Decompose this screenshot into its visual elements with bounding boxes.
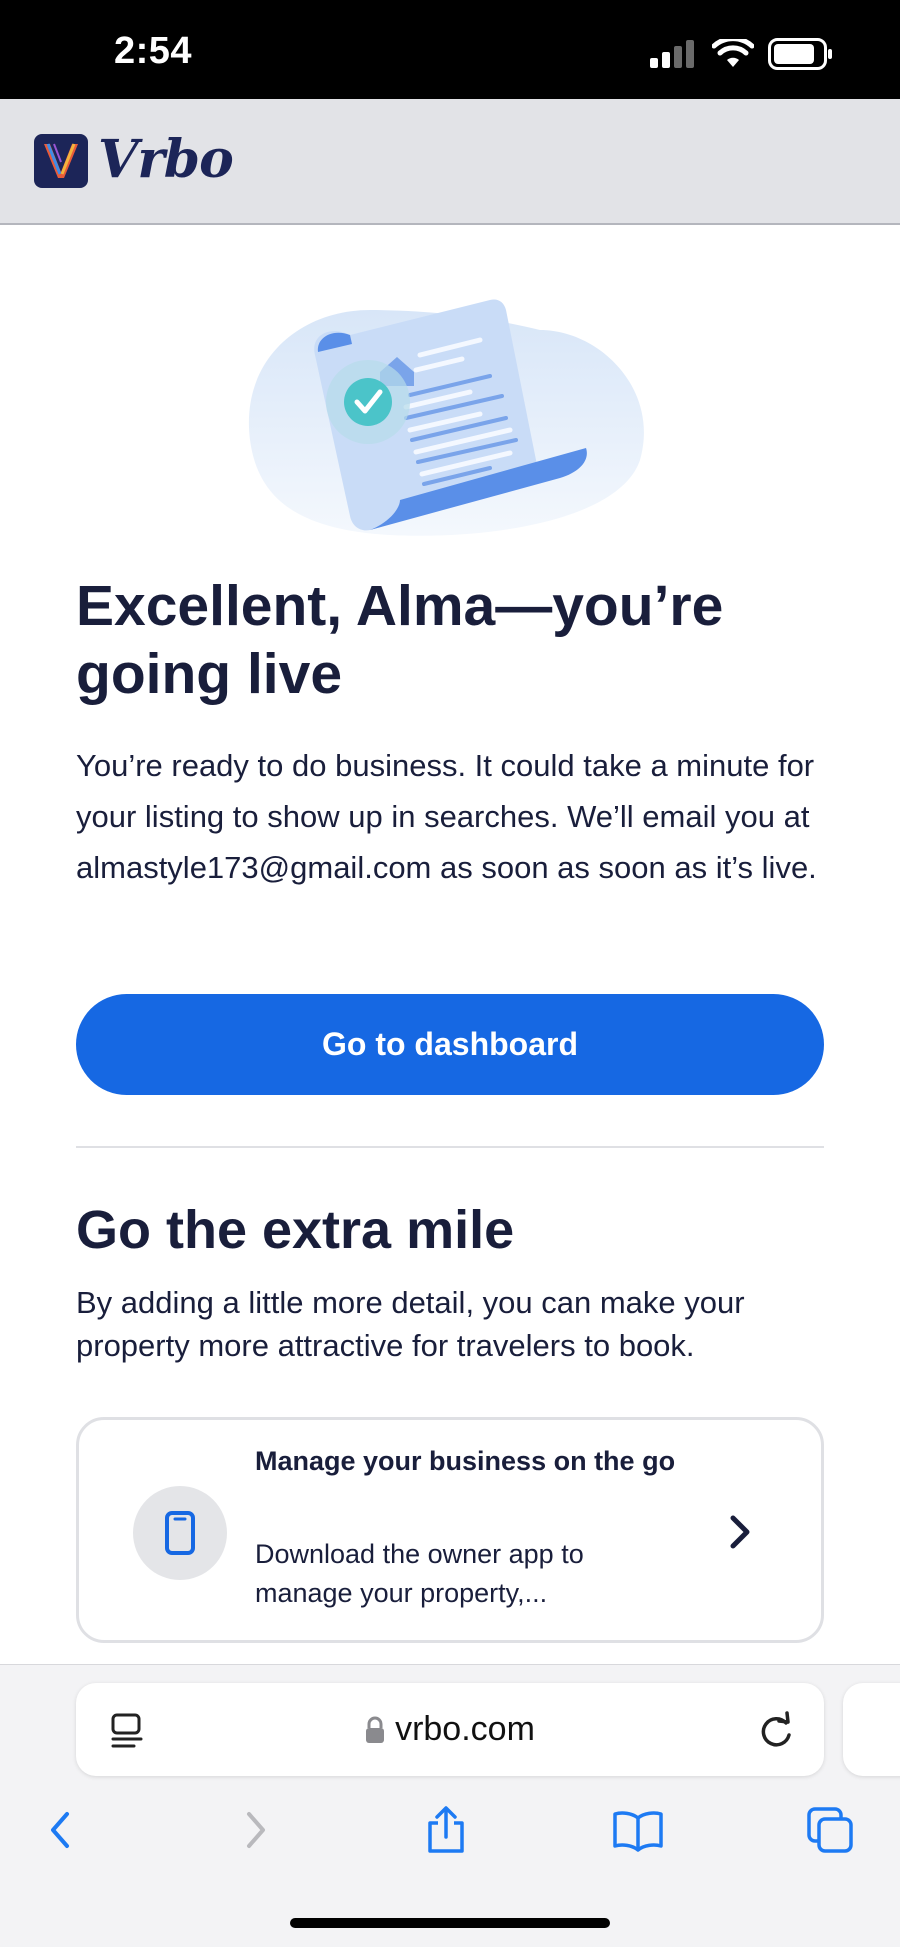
tabs-icon — [807, 1807, 853, 1853]
url-text: vrbo.com — [395, 1710, 535, 1748]
page-title: Excellent, Alma—you’re going live — [76, 574, 724, 706]
back-button[interactable] — [20, 1790, 100, 1870]
card-title: Manage your business on the go — [255, 1446, 676, 1476]
share-button[interactable] — [406, 1790, 486, 1870]
forward-icon — [247, 1812, 265, 1848]
wifi-icon — [712, 39, 754, 67]
status-bar: 2:54 — [0, 0, 900, 99]
lock-icon — [366, 1716, 385, 1743]
confirmation-message: You’re ready to do business. It could ta… — [76, 748, 817, 885]
vrbo-mark-icon — [44, 143, 78, 178]
address-bar[interactable]: vrbo.com — [76, 1683, 824, 1776]
extra-mile-subtitle: By adding a little more detail, you can … — [76, 1285, 745, 1363]
bookmarks-icon — [613, 1811, 663, 1852]
forward-button[interactable] — [216, 1790, 296, 1870]
chevron-right-icon — [730, 1515, 750, 1549]
site-header: Vrbo — [0, 99, 900, 225]
battery-icon — [768, 38, 832, 70]
tabs-button[interactable] — [790, 1790, 870, 1870]
owner-app-card[interactable]: Manage your business on the go Download … — [76, 1417, 824, 1643]
share-icon — [428, 1806, 464, 1853]
bookmarks-button[interactable] — [598, 1790, 678, 1870]
extra-mile-title: Go the extra mile — [76, 1200, 515, 1260]
status-time: 2:54 — [114, 30, 193, 72]
reload-icon[interactable] — [756, 1709, 796, 1751]
go-to-dashboard-button[interactable]: Go to dashboard — [76, 994, 824, 1095]
vrbo-wordmark[interactable]: Vrbo — [98, 129, 234, 190]
section-divider — [76, 1146, 824, 1148]
card-icon-container — [133, 1486, 227, 1580]
cellular-signal-icon — [650, 40, 694, 68]
url-display: vrbo.com — [76, 1683, 824, 1776]
next-tab-peek[interactable] — [843, 1683, 900, 1776]
listing-document-illustration — [248, 299, 644, 536]
status-icons — [650, 38, 834, 70]
card-description: Download the owner app to manage your pr… — [255, 1539, 584, 1608]
vrbo-logo-badge[interactable] — [34, 134, 88, 188]
home-indicator[interactable] — [290, 1918, 610, 1928]
phone-icon — [165, 1511, 195, 1555]
browser-toolbar: vrbo.com — [0, 1664, 900, 1947]
safari-toolbar — [0, 1790, 900, 1880]
back-icon — [51, 1812, 69, 1848]
